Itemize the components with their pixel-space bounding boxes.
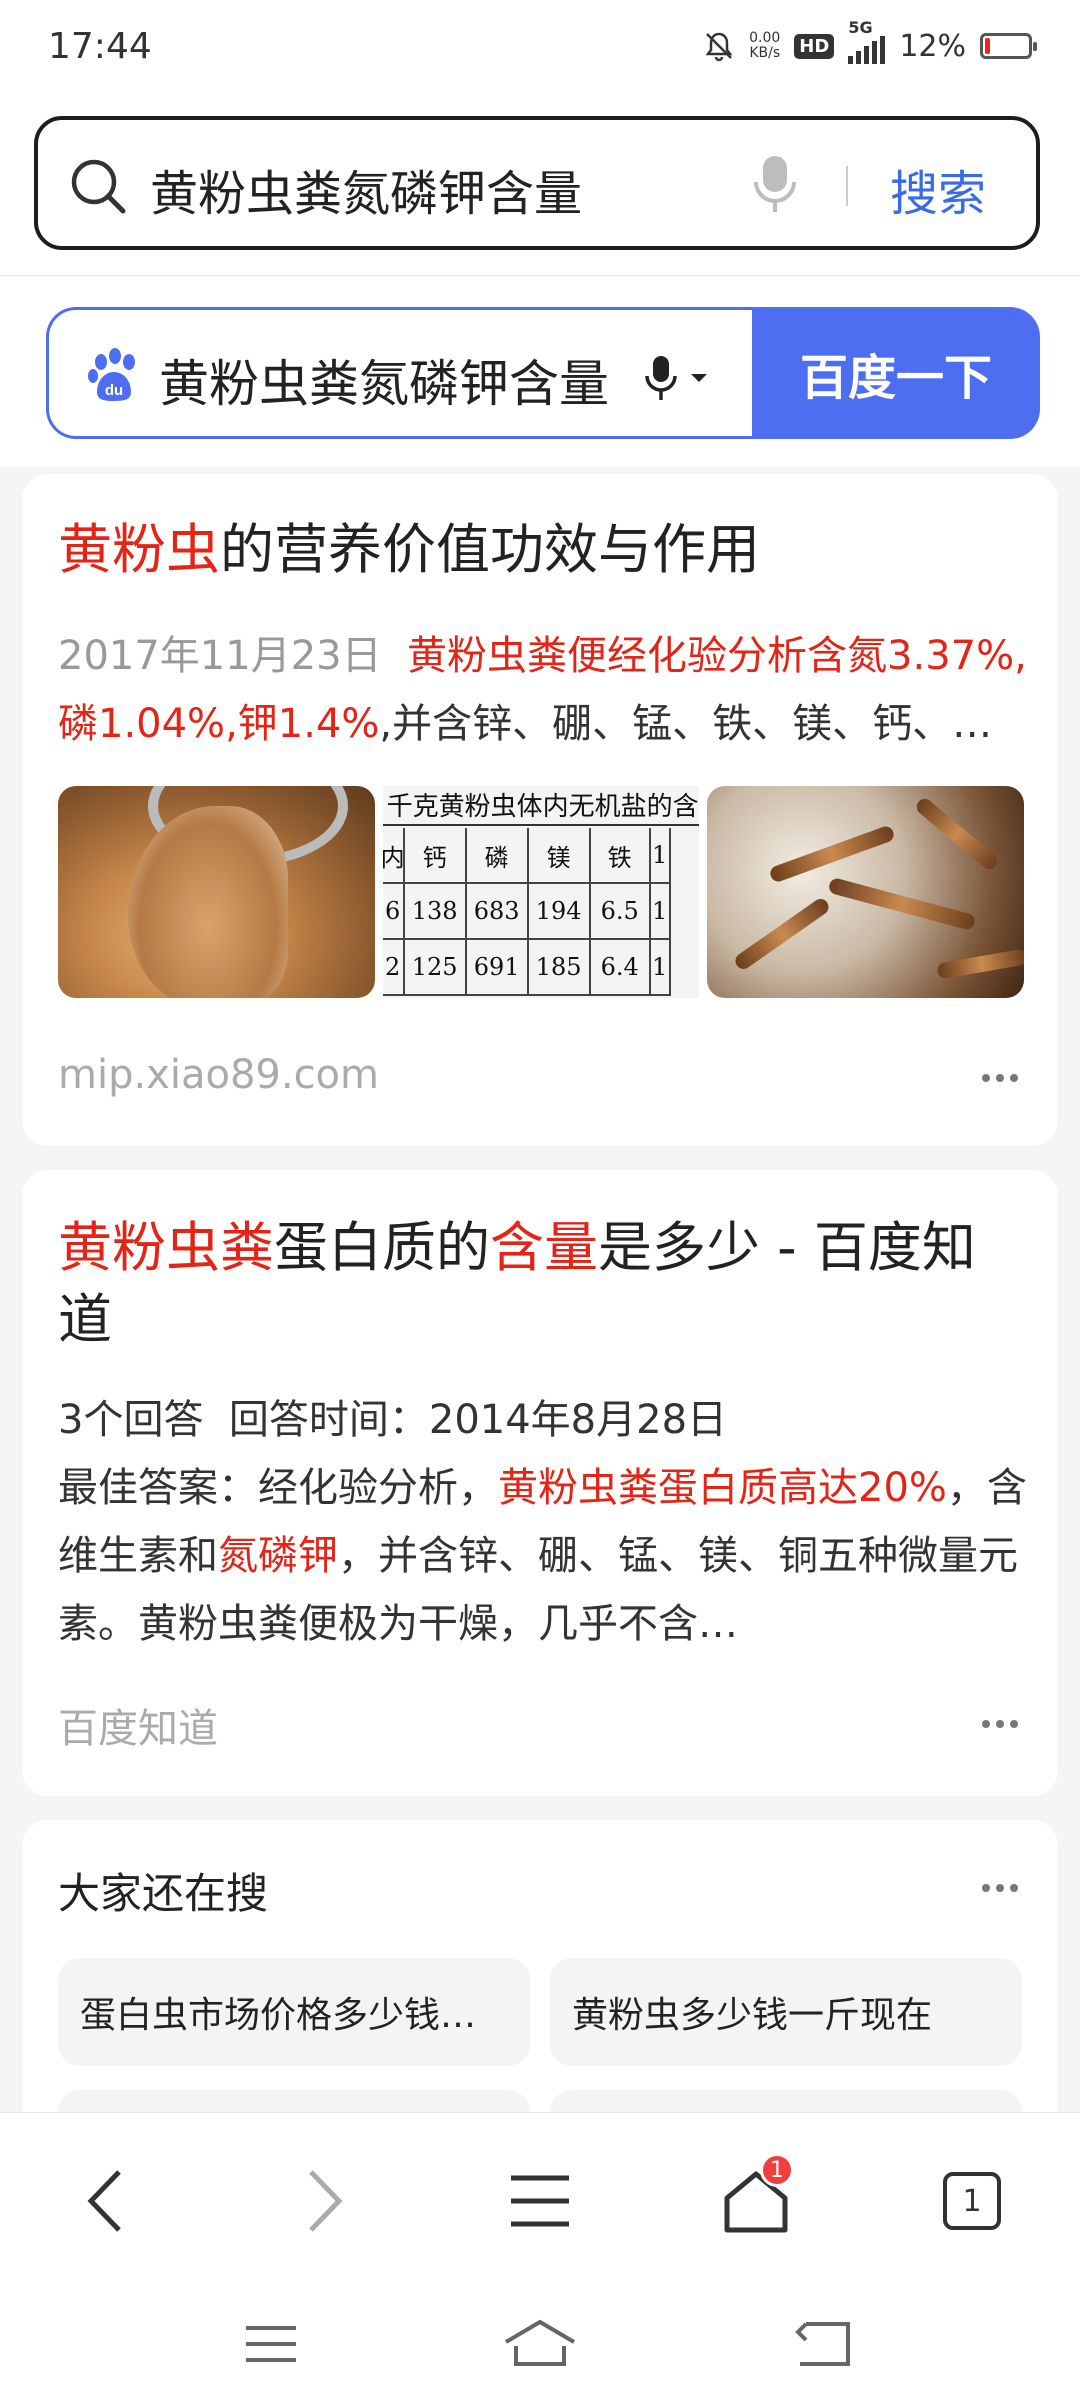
- browser-toolbar: 1 1: [0, 2112, 1080, 2282]
- speed-value: 0.00: [749, 30, 781, 46]
- back-nav-icon[interactable]: [784, 2316, 864, 2372]
- notification-badge: 1: [760, 2153, 794, 2187]
- table-cell: 6: [382, 884, 405, 940]
- table-cell: 6.5: [590, 884, 651, 940]
- table-cell: 1: [650, 940, 671, 996]
- forward-button[interactable]: [284, 2161, 364, 2241]
- status-bar: 17:44 0.00 KB/s HD 5G 12%: [0, 0, 1080, 100]
- related-searches: 大家还在搜 蛋白虫市场价格多少钱… 黄粉虫多少钱一斤现在: [22, 1820, 1058, 2198]
- chevron-left-icon: [87, 2170, 121, 2232]
- svg-text:du: du: [105, 382, 123, 399]
- signal-icon: 5G: [848, 18, 886, 64]
- status-time: 17:44: [48, 26, 152, 67]
- result-images[interactable]: 千克黄粉虫体内无机盐的含 内钙磷镁铁 1 6 138 683 194 6.5 1 2 125 691…: [58, 786, 1025, 998]
- more-icon[interactable]: [982, 1720, 1018, 1730]
- chevron-right-icon: [309, 2170, 343, 2232]
- voice-dropdown-icon[interactable]: [641, 354, 721, 402]
- table-cell: 125: [404, 940, 467, 996]
- table-header-cell: 磷: [466, 828, 529, 884]
- result-image[interactable]: [707, 786, 1025, 998]
- result-source[interactable]: mip.xiao89.com: [58, 1052, 379, 1098]
- table-header-cell: 钙: [404, 828, 467, 884]
- network-speed: 0.00 KB/s: [749, 31, 780, 61]
- table-cell: 138: [404, 884, 467, 940]
- table-cell: 185: [528, 940, 591, 996]
- related-chip[interactable]: 黄粉虫多少钱一斤现在: [550, 1958, 1022, 2066]
- result-card[interactable]: 黄粉虫的营养价值功效与作用 2017年11月23日 黄粉虫粪便经化验分析含氮3.…: [22, 474, 1058, 1146]
- search-query: 黄粉虫粪氮磷钾含量: [150, 166, 583, 222]
- browser-search-bar: 黄粉虫粪氮磷钾含量 搜索: [0, 100, 1080, 276]
- table-header-cell: 镁: [528, 828, 591, 884]
- table-header-cell: 1: [650, 828, 671, 884]
- table-header: 千克黄粉虫体内无机盐的含: [382, 786, 700, 826]
- more-icon[interactable]: [982, 1884, 1018, 1894]
- back-button[interactable]: [66, 2161, 146, 2241]
- speed-unit: KB/s: [749, 45, 781, 61]
- table-grid: 内钙磷镁铁 1 6 138 683 194 6.5 1 2 125 691 185 6.4 1: [382, 828, 700, 998]
- result-snippet: 2017年11月23日 黄粉虫粪便经化验分析含氮3.37%,磷1.04%,钾1.…: [58, 633, 1027, 747]
- microphone-icon[interactable]: [750, 152, 800, 216]
- recents-icon[interactable]: [232, 2316, 312, 2372]
- menu-icon: [511, 2175, 569, 2227]
- table-cell: 194: [528, 884, 591, 940]
- battery-icon: [980, 33, 1037, 59]
- search-input[interactable]: 黄粉虫粪氮磷钾含量 搜索: [34, 116, 1040, 250]
- baidu-search-input[interactable]: du 黄粉虫粪氮磷钾含量: [46, 307, 758, 439]
- home-nav-icon[interactable]: [500, 2316, 580, 2372]
- table-cell: 1: [650, 884, 671, 940]
- table-cell: 683: [466, 884, 529, 940]
- baidu-paw-icon: du: [88, 348, 135, 401]
- table-cell: 691: [466, 940, 529, 996]
- tabs-count: 1: [943, 2172, 1001, 2230]
- table-cell: 2: [382, 940, 405, 996]
- table-cell: 6.4: [590, 940, 651, 996]
- result-image-table[interactable]: 千克黄粉虫体内无机盐的含 内钙磷镁铁 1 6 138 683 194 6.5 1 2 125 691…: [382, 786, 700, 998]
- result-title[interactable]: 黄粉虫粪蛋白质的含量是多少 - 百度知道: [58, 1212, 1018, 1356]
- network-type: 5G: [848, 18, 873, 37]
- result-source[interactable]: 百度知道: [58, 1696, 218, 1754]
- baidu-search-bar: du 黄粉虫粪氮磷钾含量 百度一下: [0, 277, 1080, 467]
- battery-percent: 12%: [899, 28, 966, 64]
- result-meta: 3个回答 回答时间：2014年8月28日: [58, 1397, 728, 1443]
- hd-badge: HD: [794, 33, 835, 59]
- related-title: 大家还在搜: [58, 1869, 269, 1918]
- result-snippet: 最佳答案：经化验分析，黄粉虫粪蛋白质高达20%，含维生素和氮磷钾，并含锌、硼、锰…: [58, 1465, 1027, 1647]
- table-header-cell: 铁: [590, 828, 651, 884]
- result-card[interactable]: 黄粉虫粪蛋白质的含量是多少 - 百度知道 3个回答 回答时间：2014年8月28…: [22, 1170, 1058, 1796]
- result-title[interactable]: 黄粉虫的营养价值功效与作用: [58, 514, 1018, 586]
- more-icon[interactable]: [982, 1074, 1018, 1084]
- status-icons: 0.00 KB/s HD 5G 12%: [703, 18, 1037, 64]
- menu-button[interactable]: [500, 2161, 580, 2241]
- search-icon: [71, 159, 126, 214]
- mute-bell-icon: [705, 32, 733, 62]
- baidu-query: 黄粉虫粪氮磷钾含量: [159, 355, 609, 413]
- system-nav-bar: [0, 2282, 1080, 2404]
- result-image[interactable]: [58, 786, 375, 998]
- home-button[interactable]: 1: [716, 2153, 796, 2241]
- result-date: 2017年11月23日: [58, 633, 382, 679]
- tabs-button[interactable]: 1: [932, 2161, 1012, 2241]
- search-button[interactable]: 搜索: [890, 154, 986, 224]
- divider: [846, 166, 848, 206]
- baidu-search-button[interactable]: 百度一下: [752, 307, 1040, 439]
- table-header-cell: 内: [382, 828, 405, 884]
- related-chip[interactable]: 蛋白虫市场价格多少钱…: [58, 1958, 530, 2066]
